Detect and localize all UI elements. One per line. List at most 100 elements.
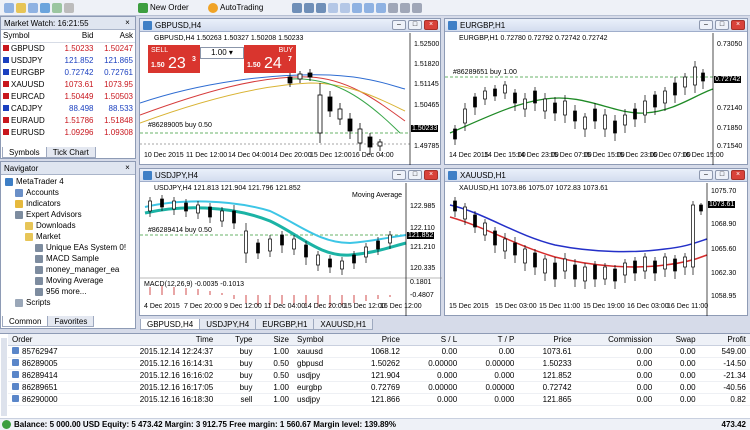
column-header[interactable]: Swap	[656, 334, 700, 346]
period-icon[interactable]	[400, 2, 410, 13]
chart-gbpusd[interactable]: GBPUSD,H4 – □ × GBPUSD,H4 1.50263 1.50327 …	[139, 18, 441, 165]
column-header[interactable]: Price	[346, 334, 404, 346]
nav-metatrader[interactable]: MetaTrader 4	[5, 176, 64, 187]
order-row[interactable]: 86290000 2015.12.16 16:18:30 sell 1.00 usdjp…	[8, 393, 750, 406]
column-ask[interactable]: Ask	[95, 30, 135, 43]
column-header[interactable]: S / L	[403, 334, 462, 346]
new-order-button[interactable]: New Order	[136, 1, 191, 14]
close-button[interactable]: ×	[424, 170, 438, 180]
nav-moving-average[interactable]: Moving Average	[35, 275, 103, 286]
terminal-icon[interactable]	[52, 2, 62, 13]
order-row[interactable]: 86289414 2015.12.16 16:16:02 buy 0.50 usdjpy…	[8, 369, 750, 382]
nav-unique-eas[interactable]: Unique EAs System 0!	[35, 242, 126, 253]
order-cell: 2015.12.16 16:14:31	[91, 357, 218, 370]
order-row[interactable]: 86289005 2015.12.16 16:14:31 buy 0.50 gbpusd…	[8, 357, 750, 370]
tab-xauusd[interactable]: XAUUSD,H1	[313, 319, 374, 330]
tab-usdjpy[interactable]: USDJPY,H4	[199, 319, 257, 330]
folder-icon[interactable]	[16, 2, 26, 13]
tab-eurgbp[interactable]: EURGBP,H1	[255, 319, 315, 330]
column-header[interactable]: Commission	[575, 334, 657, 346]
price-label: 0.72140	[717, 105, 743, 112]
accounts-icon	[15, 188, 23, 197]
chart-usdjpy[interactable]: USDJPY,H4 – □ × USDJPY,H4 121.813 121.904 …	[139, 168, 442, 316]
nav-market[interactable]: Market	[25, 231, 60, 242]
tab-tick-chart[interactable]: Tick Chart	[45, 147, 96, 158]
nav-accounts[interactable]: Accounts	[15, 187, 59, 198]
folder-icon	[25, 221, 33, 230]
tab-symbols[interactable]: Symbols	[2, 147, 47, 158]
tile-icon[interactable]	[352, 2, 362, 13]
candle-chart-icon[interactable]	[304, 2, 314, 13]
tab-gbpusd[interactable]: GBPUSD,H4	[140, 319, 201, 330]
close-button[interactable]: ×	[731, 20, 745, 30]
order-row[interactable]: 85762947 2015.12.14 12:24:37 buy 1.00 xauusd…	[8, 345, 750, 358]
tab-common[interactable]: Common	[2, 316, 49, 327]
nav-scripts[interactable]: Scripts	[15, 297, 50, 308]
price-label: -0.4807	[410, 292, 434, 299]
tab-favorites[interactable]: Favorites	[47, 316, 95, 327]
toolbar-icons-left[interactable]	[2, 1, 76, 14]
window-icon[interactable]	[4, 2, 14, 13]
nav-macd-sample[interactable]: MACD Sample	[35, 253, 99, 264]
column-header[interactable]: Type	[217, 334, 257, 346]
column-header[interactable]: Profit	[699, 334, 750, 346]
market-watch-row[interactable]: CADJPY 88.498 88.533	[1, 102, 135, 114]
nav-expert-advisors[interactable]: Expert Advisors	[15, 209, 82, 220]
template-icon[interactable]	[412, 2, 422, 13]
indicators-icon[interactable]	[388, 2, 398, 13]
maximize-button[interactable]: □	[408, 170, 422, 180]
nav-downloads[interactable]: Downloads	[25, 220, 76, 231]
minimize-button[interactable]: –	[392, 20, 406, 30]
minimize-button[interactable]: –	[699, 20, 713, 30]
zoom-out-icon[interactable]	[340, 2, 350, 13]
column-header[interactable]: Size	[256, 334, 293, 346]
order-row[interactable]: 86289651 2015.12.16 16:17:05 buy 1.00 eurgbp…	[8, 381, 750, 394]
maximize-button[interactable]: □	[715, 170, 729, 180]
maximize-button[interactable]: □	[408, 20, 422, 30]
column-header[interactable]: T / P	[461, 334, 519, 346]
close-icon[interactable]: ×	[123, 164, 132, 173]
tester-icon[interactable]	[64, 2, 74, 13]
nav-indicators[interactable]: Indicators	[15, 198, 61, 209]
market-watch-row[interactable]: EURCAD 1.50449 1.50503	[1, 90, 135, 102]
minimize-button[interactable]: –	[699, 170, 713, 180]
maximize-button[interactable]: □	[715, 20, 729, 30]
market-watch-row[interactable]: EURGBP 0.72742 0.72761	[1, 66, 135, 78]
chart-xauusd[interactable]: XAUUSD,H1 – □ × XAUUSD,H1 1073.86 1075.07 …	[444, 168, 748, 316]
zoom-in-icon[interactable]	[328, 2, 338, 13]
bar-chart-icon[interactable]	[292, 2, 302, 13]
column-symbol[interactable]: Symbol	[1, 30, 56, 43]
time-label: 14 Dec 20:00	[270, 152, 312, 159]
symbol-cell: XAUUSD	[1, 78, 56, 90]
order-cell: 0.00	[656, 369, 700, 382]
market-watch-row[interactable]: USDJPY 121.852 121.865	[1, 54, 135, 66]
bid-cell: 1.50449	[64, 91, 94, 101]
chart-eurgbp[interactable]: EURGBP,H1 – □ × EURGBP,H1 0.72780 0.72792 …	[444, 18, 748, 165]
autoscroll-icon[interactable]	[364, 2, 374, 13]
toolbar-icons-right[interactable]	[290, 1, 424, 14]
column-header[interactable]: Symbol	[293, 334, 347, 346]
navigator-icon[interactable]	[40, 2, 50, 13]
market-watch-row[interactable]: EURAUD 1.51786 1.51848	[1, 114, 135, 126]
line-chart-icon[interactable]	[316, 2, 326, 13]
market-watch-row[interactable]: GBPUSD 1.50233 1.50247	[1, 42, 135, 54]
shift-icon[interactable]	[376, 2, 386, 13]
column-header[interactable]: Time	[91, 334, 218, 346]
auto-trading-button[interactable]: AutoTrading	[206, 1, 265, 14]
minimize-button[interactable]: –	[392, 170, 406, 180]
market-watch-row[interactable]: EURUSD 1.09296 1.09308	[1, 126, 135, 138]
terminal-side-tab[interactable]	[1, 338, 7, 416]
market-watch-row[interactable]: XAUUSD 1073.61 1073.95	[1, 78, 135, 90]
close-button[interactable]: ×	[424, 20, 438, 30]
nav-money-manager[interactable]: money_manager_ea	[35, 264, 119, 275]
column-bid[interactable]: Bid	[55, 30, 96, 43]
expert-icon	[35, 265, 43, 274]
grid-icon[interactable]	[28, 2, 38, 13]
column-header[interactable]: Price	[518, 334, 576, 346]
close-icon[interactable]: ×	[123, 19, 132, 28]
nav-more[interactable]: 956 more...	[35, 286, 86, 297]
close-button[interactable]: ×	[731, 170, 745, 180]
column-header[interactable]: Order	[8, 334, 92, 346]
order-cell: 0.00000	[403, 357, 462, 370]
auto-trading-icon	[208, 2, 218, 13]
